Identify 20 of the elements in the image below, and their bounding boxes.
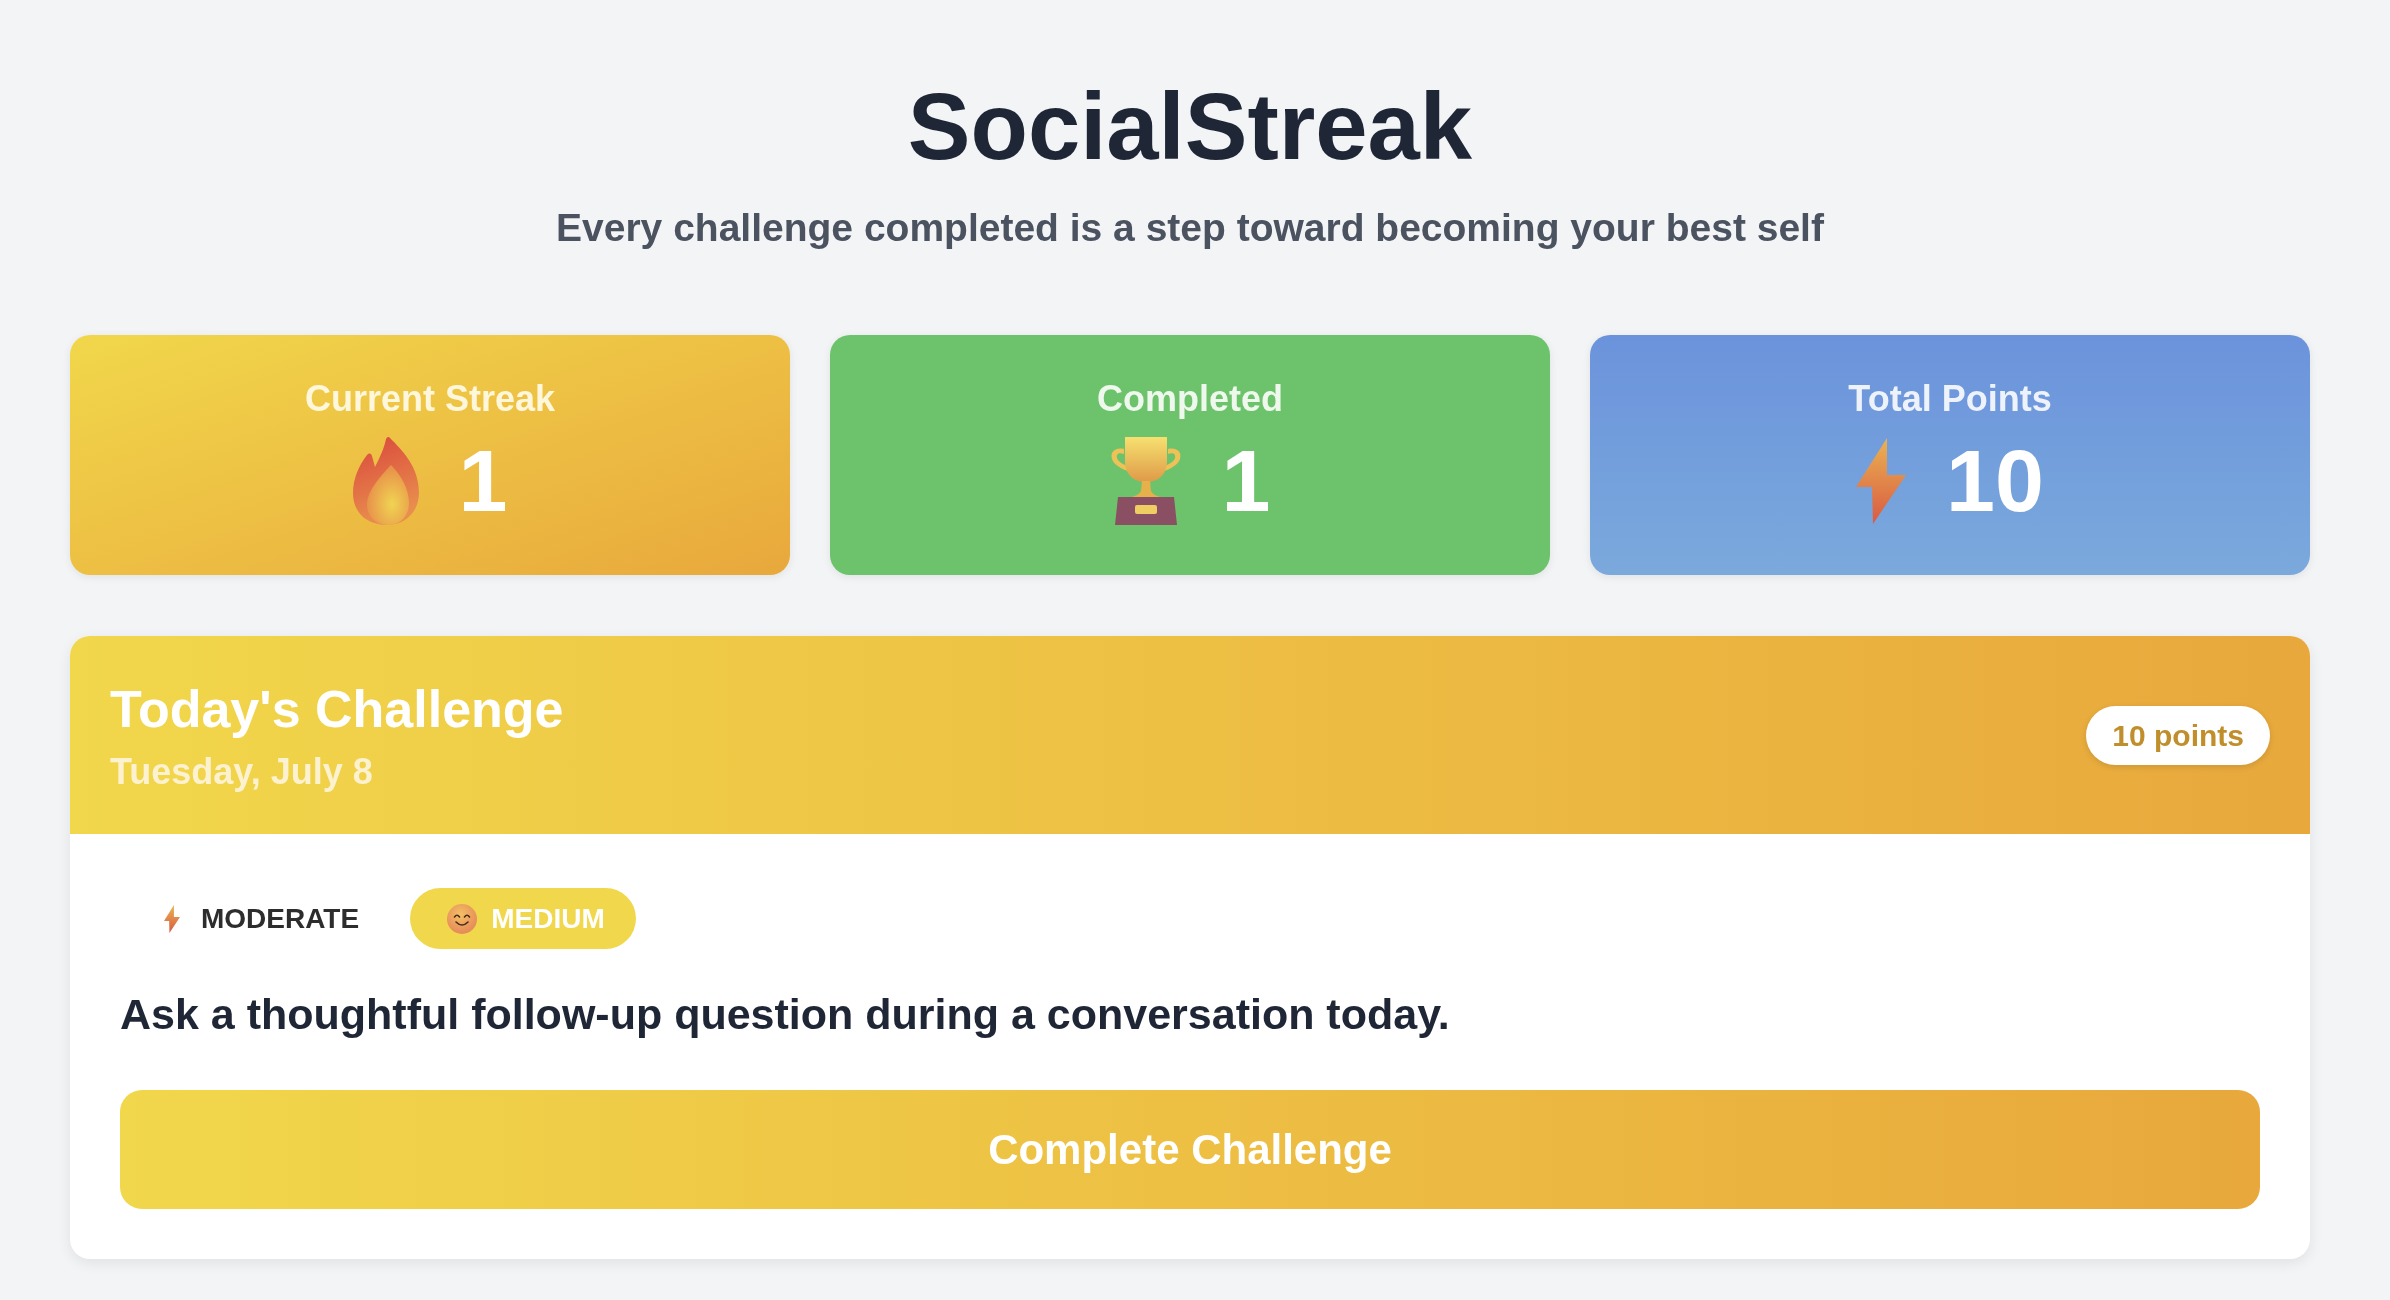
stat-label: Completed xyxy=(1097,377,1283,421)
challenge-title: Today's Challenge xyxy=(110,679,564,741)
complete-button[interactable]: Complete Challenge xyxy=(120,1089,2260,1209)
stat-label: Total Points xyxy=(1848,377,2052,421)
difficulty-label: MEDIUM xyxy=(491,901,605,936)
smiley-icon xyxy=(447,903,478,934)
challenge-date: Tuesday, July 8 xyxy=(110,749,374,794)
stat-value: 10 xyxy=(1946,437,2044,526)
app-title: SocialStreak xyxy=(907,75,1473,179)
stat-value: 1 xyxy=(1221,437,1271,526)
trophy-icon xyxy=(1109,437,1182,526)
category-label: MODERATE xyxy=(201,901,360,936)
lightning-icon xyxy=(1856,438,1907,525)
stat-value: 1 xyxy=(458,437,508,526)
flame-icon xyxy=(352,437,419,526)
challenge-description: Ask a thoughtful follow-up question during a conversation today. xyxy=(120,989,1451,1041)
points-badge: 10 points xyxy=(2086,705,2270,765)
lightning-icon xyxy=(164,904,180,933)
stat-label: Current Streak xyxy=(304,377,556,421)
tagline: Every challenge completed is a step toward becoming your best self xyxy=(556,205,1824,252)
